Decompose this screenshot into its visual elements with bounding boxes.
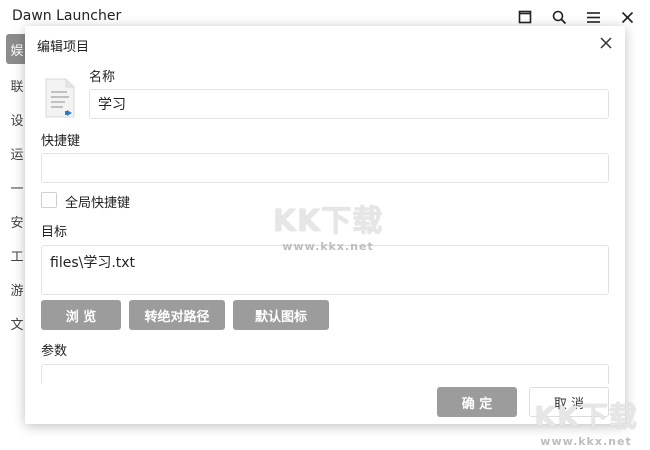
close-window-button[interactable]: [614, 6, 640, 28]
params-label: 参数: [41, 344, 68, 359]
menu-button[interactable]: [580, 6, 606, 28]
global-shortcut-label: 全局快捷键: [65, 196, 131, 211]
app-title: Dawn Launcher: [12, 8, 122, 24]
close-icon: [600, 37, 612, 49]
target-label: 目标: [41, 225, 68, 240]
window-controls: [512, 6, 640, 28]
menu-icon: [586, 11, 600, 23]
maximize-button[interactable]: [512, 6, 538, 28]
search-icon: [552, 10, 566, 24]
edit-item-dialog: 编辑项目 名称 快捷键 全局快捷键 目标 files\学习.txt 浏 览 转绝…: [25, 26, 625, 424]
target-input[interactable]: files\学习.txt: [41, 245, 609, 295]
close-icon: [621, 11, 633, 23]
search-button[interactable]: [546, 6, 572, 28]
name-label: 名称: [89, 70, 116, 85]
ok-button[interactable]: 确 定: [437, 387, 517, 417]
dialog-close-button[interactable]: [595, 32, 617, 54]
name-input[interactable]: [89, 89, 609, 119]
default-icon-button[interactable]: 默认图标: [233, 300, 329, 330]
params-input[interactable]: [41, 364, 609, 384]
browse-button[interactable]: 浏 览: [41, 300, 121, 330]
to-absolute-path-button[interactable]: 转绝对路径: [129, 300, 225, 330]
watermark-url: www.kkx.net: [540, 435, 632, 448]
global-shortcut-checkbox[interactable]: [41, 192, 57, 208]
maximize-icon: [518, 10, 532, 24]
cancel-button[interactable]: 取 消: [529, 387, 609, 417]
dialog-title: 编辑项目: [37, 40, 90, 55]
shortcut-input[interactable]: [41, 153, 609, 183]
text-file-icon[interactable]: [43, 78, 77, 118]
shortcut-label: 快捷键: [41, 134, 81, 149]
